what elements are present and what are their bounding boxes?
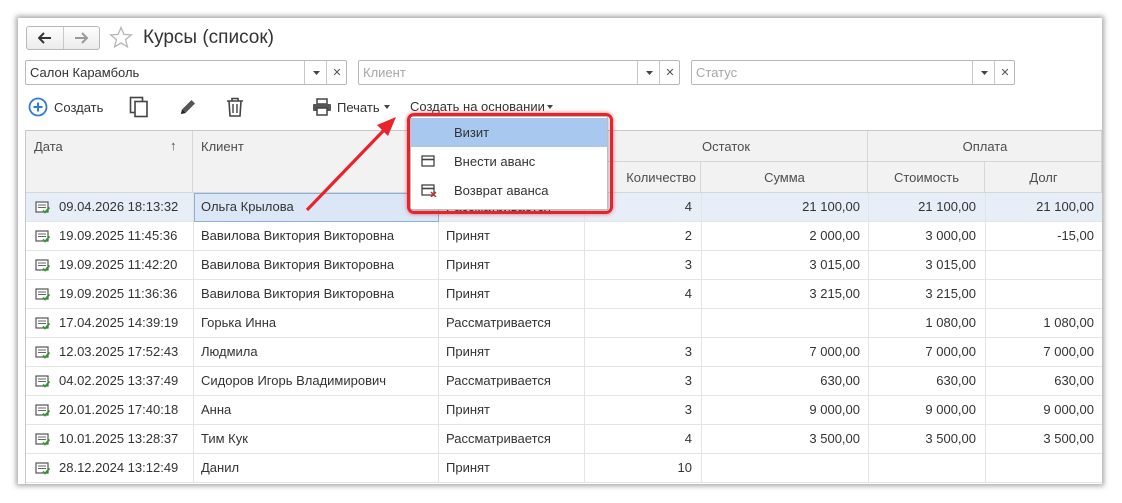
menu-item-return-advance[interactable]: Возврат аванса — [411, 176, 607, 205]
create-basis-menu: Визит Внести аванс Возврат аванса — [410, 116, 608, 210]
document-cancel-icon — [421, 184, 437, 197]
menu-item-visit[interactable]: Визит — [411, 118, 607, 147]
menu-item-deposit-advance[interactable]: Внести аванс — [411, 147, 607, 176]
menu-item-visit-label: Визит — [454, 125, 490, 140]
menu-item-return-advance-label: Возврат аванса — [454, 183, 549, 198]
menu-item-deposit-advance-label: Внести аванс — [454, 154, 536, 169]
document-icon — [421, 155, 435, 167]
courses-list-window: Курсы (список) Салон Карамболь ✕ Клиент … — [18, 18, 1102, 484]
annotation-arrow — [305, 117, 396, 212]
